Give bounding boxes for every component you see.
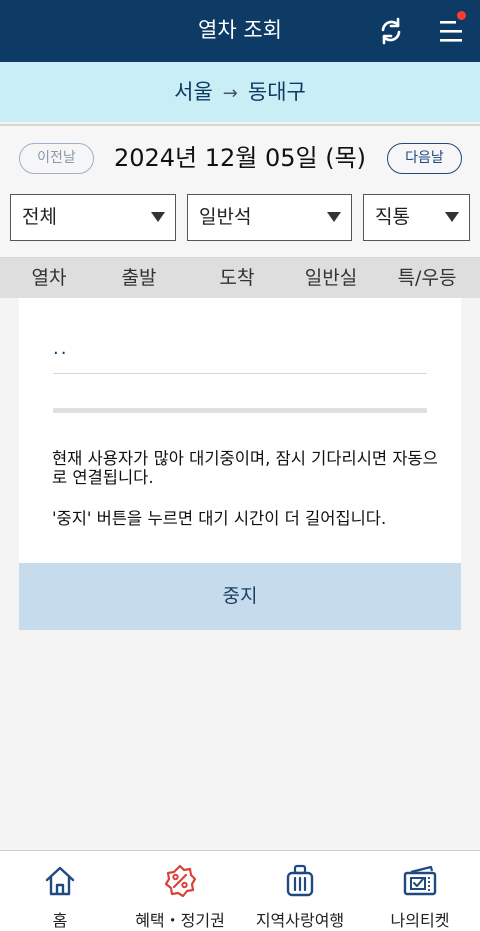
column-header-first-class: 특/우등 — [397, 267, 457, 289]
prev-day-button[interactable]: 이전날 — [19, 143, 94, 174]
nav-my-ticket[interactable]: 나의티켓 — [360, 851, 480, 931]
suitcase-icon — [282, 863, 318, 899]
waiting-note: '중지' 버튼을 누르면 대기 시간이 더 길어집니다. — [52, 509, 387, 528]
destination-station: 동대구 — [247, 80, 306, 104]
origin-station: 서울 — [174, 80, 213, 104]
route-bar: 서울 → 동대구 — [0, 62, 480, 122]
nav-local-travel[interactable]: 지역사랑여행 — [240, 851, 360, 931]
seat-class-value: 일반석 — [199, 206, 252, 228]
train-type-select[interactable]: 전체 — [10, 194, 176, 241]
app-header: 열차 조회 — [0, 0, 480, 62]
dropdown-caret-icon — [151, 212, 165, 222]
route-type-value: 직통 — [375, 206, 410, 228]
nav-home-label: 홈 — [52, 911, 68, 930]
ticket-icon — [402, 863, 438, 899]
nav-benefits-label: 혜택・정기권 — [135, 911, 225, 930]
column-header-train: 열차 — [31, 267, 67, 289]
nav-my-ticket-label: 나의티켓 — [390, 911, 450, 930]
discount-badge-icon — [162, 863, 198, 899]
route-arrow-icon: → — [222, 83, 238, 104]
waiting-message: 현재 사용자가 많아 대기중이며, 잠시 기다리시면 자동으로 연결됩니다. — [52, 449, 438, 487]
column-header-standard: 일반실 — [304, 267, 358, 289]
column-header-arrival: 도착 — [219, 267, 255, 289]
route-type-select[interactable]: 직통 — [363, 194, 470, 241]
dropdown-caret-icon — [445, 212, 459, 222]
loading-dots: .. — [53, 338, 69, 359]
progress-bar — [53, 408, 427, 413]
waiting-dialog: .. 현재 사용자가 많아 대기중이며, 잠시 기다리시면 자동으로 연결됩니다… — [19, 298, 461, 630]
date-label: 2024년 12월 05일 (목) — [113, 144, 367, 172]
train-type-value: 전체 — [22, 206, 57, 228]
stop-button[interactable]: 중지 — [19, 563, 461, 630]
notification-dot — [457, 11, 466, 20]
seat-class-select[interactable]: 일반석 — [187, 194, 352, 241]
home-icon — [42, 863, 78, 899]
column-headers: 열차 출발 도착 일반실 특/우등 — [0, 258, 480, 298]
divider — [53, 373, 427, 374]
column-header-departure: 출발 — [121, 267, 157, 289]
refresh-icon[interactable] — [374, 14, 408, 48]
dropdown-caret-icon — [327, 212, 341, 222]
nav-benefits[interactable]: 혜택・정기권 — [120, 851, 240, 931]
page-title: 열차 조회 — [198, 18, 282, 42]
bottom-nav: 홈 혜택・정기권 지역사랑여행 나의티켓 — [0, 850, 480, 931]
search-panel: 이전날 2024년 12월 05일 (목) 다음날 전체 일반석 직통 — [0, 124, 480, 258]
next-day-button[interactable]: 다음날 — [387, 143, 462, 174]
nav-local-travel-label: 지역사랑여행 — [255, 911, 345, 930]
nav-home[interactable]: 홈 — [0, 851, 120, 931]
